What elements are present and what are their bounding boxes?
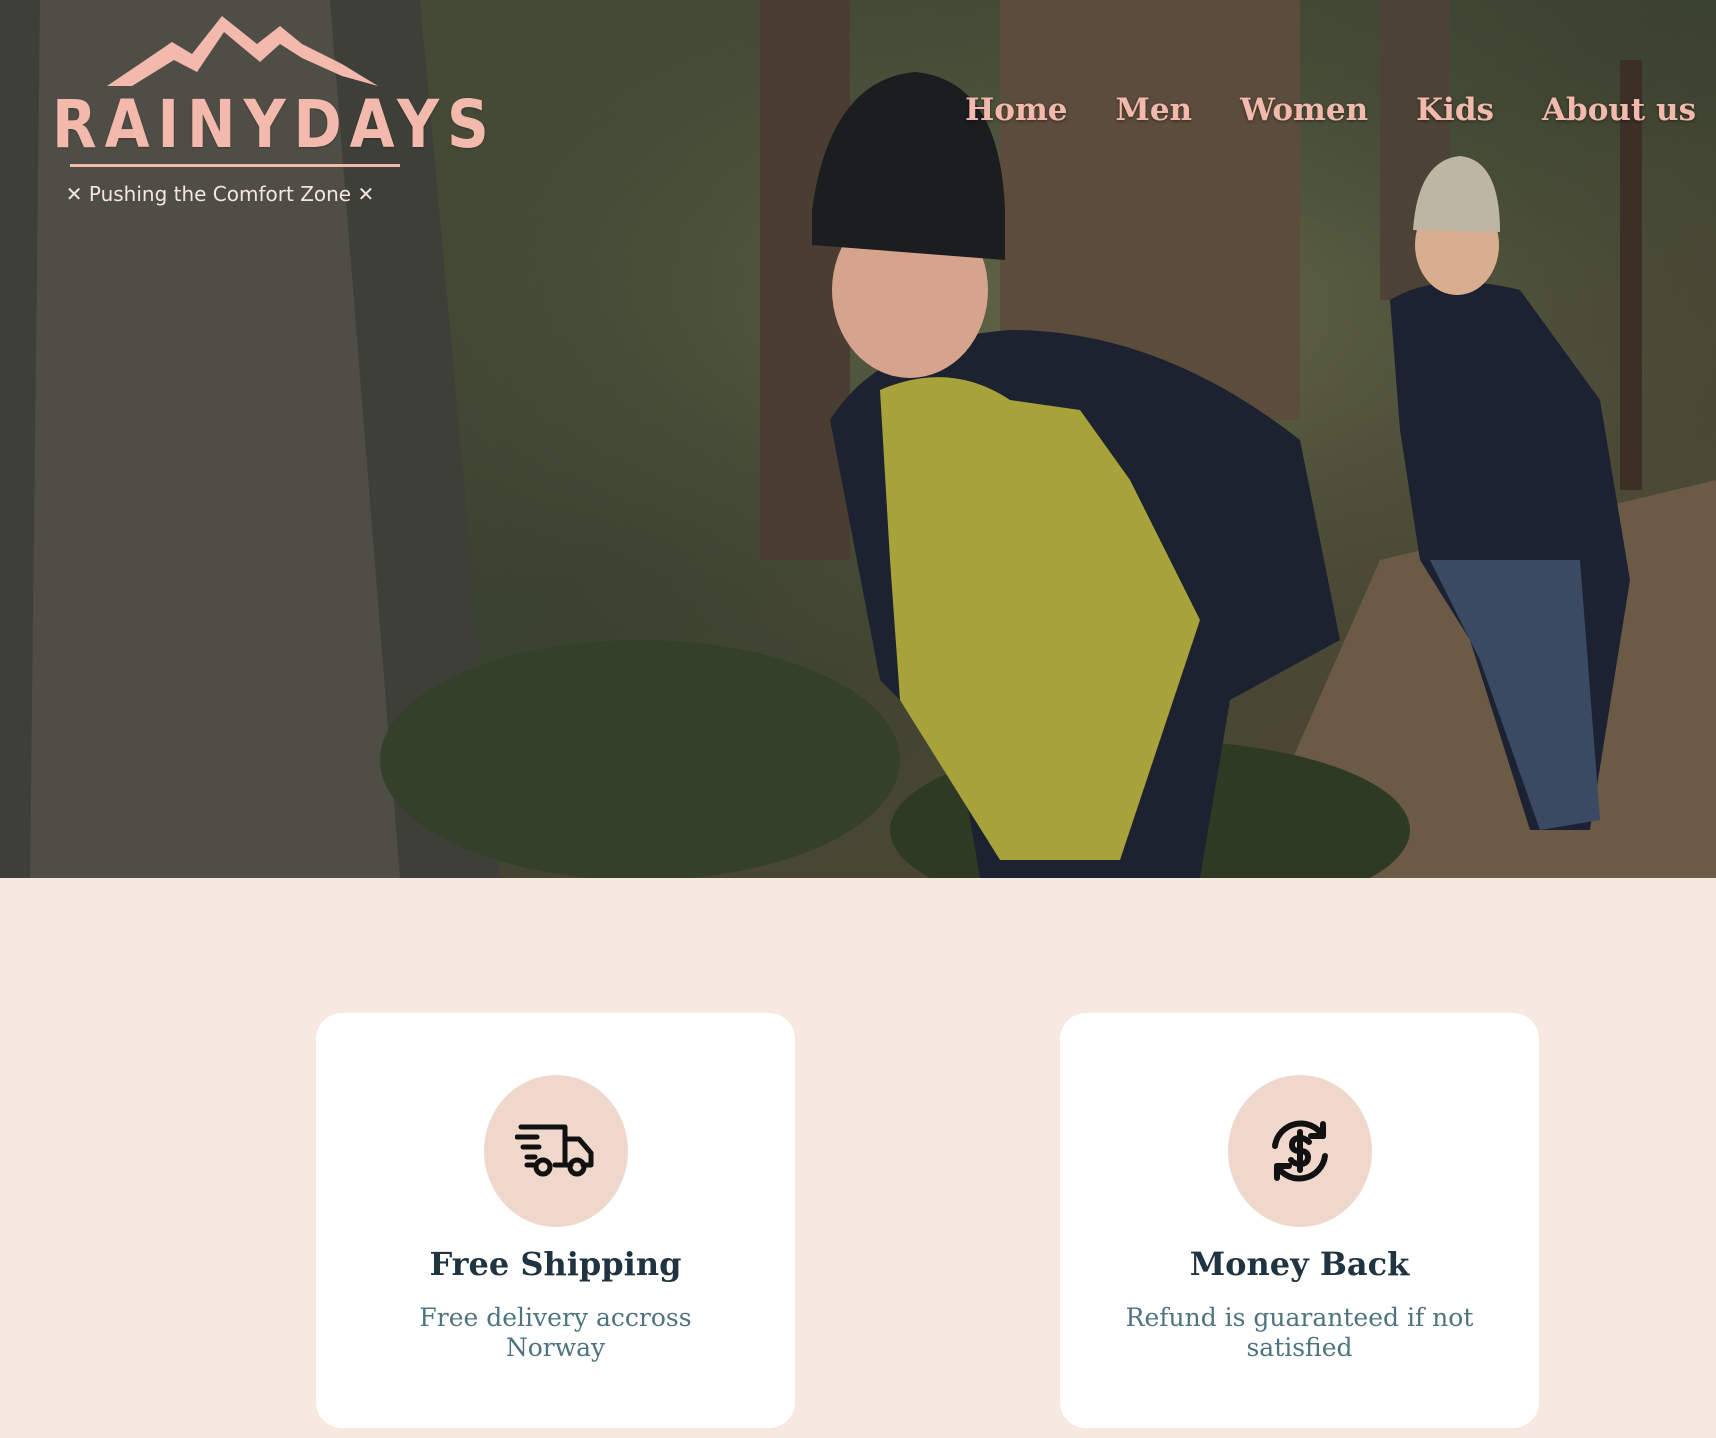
- nav-kids[interactable]: Kids: [1416, 92, 1494, 128]
- truck-icon: [515, 1124, 594, 1177]
- brand-tagline: ✕ Pushing the Comfort Zone ✕: [65, 182, 375, 206]
- hero-banner: RAINYDAYS ✕ Pushing the Comfort Zone ✕ H…: [0, 0, 1716, 878]
- feature-description: Free delivery accross Norway: [419, 1303, 692, 1362]
- brand-name: RAINYDAYS: [52, 86, 497, 163]
- feature-card-free-shipping: Free Shipping Free delivery accross Norw…: [316, 1013, 795, 1428]
- logo-divider: [70, 164, 400, 167]
- nav-men[interactable]: Men: [1116, 92, 1193, 128]
- icon-circle: [1228, 1075, 1372, 1227]
- feature-card-money-back: Money Back Refund is guaranteed if not s…: [1060, 1013, 1539, 1428]
- feature-title: Free Shipping: [429, 1245, 682, 1283]
- feature-description: Refund is guaranteed if not satisfied: [1125, 1303, 1474, 1362]
- icon-circle: [484, 1075, 628, 1227]
- money-back-icon: [1272, 1120, 1328, 1182]
- nav-home[interactable]: Home: [965, 92, 1068, 128]
- feature-title: Money Back: [1189, 1245, 1410, 1283]
- nav-women[interactable]: Women: [1240, 92, 1368, 128]
- nav-about-us[interactable]: About us: [1542, 92, 1696, 128]
- rainydays-logo[interactable]: RAINYDAYS ✕ Pushing the Comfort Zone ✕: [52, 14, 497, 214]
- main-nav: Home Men Women Kids About us Co: [965, 92, 1716, 128]
